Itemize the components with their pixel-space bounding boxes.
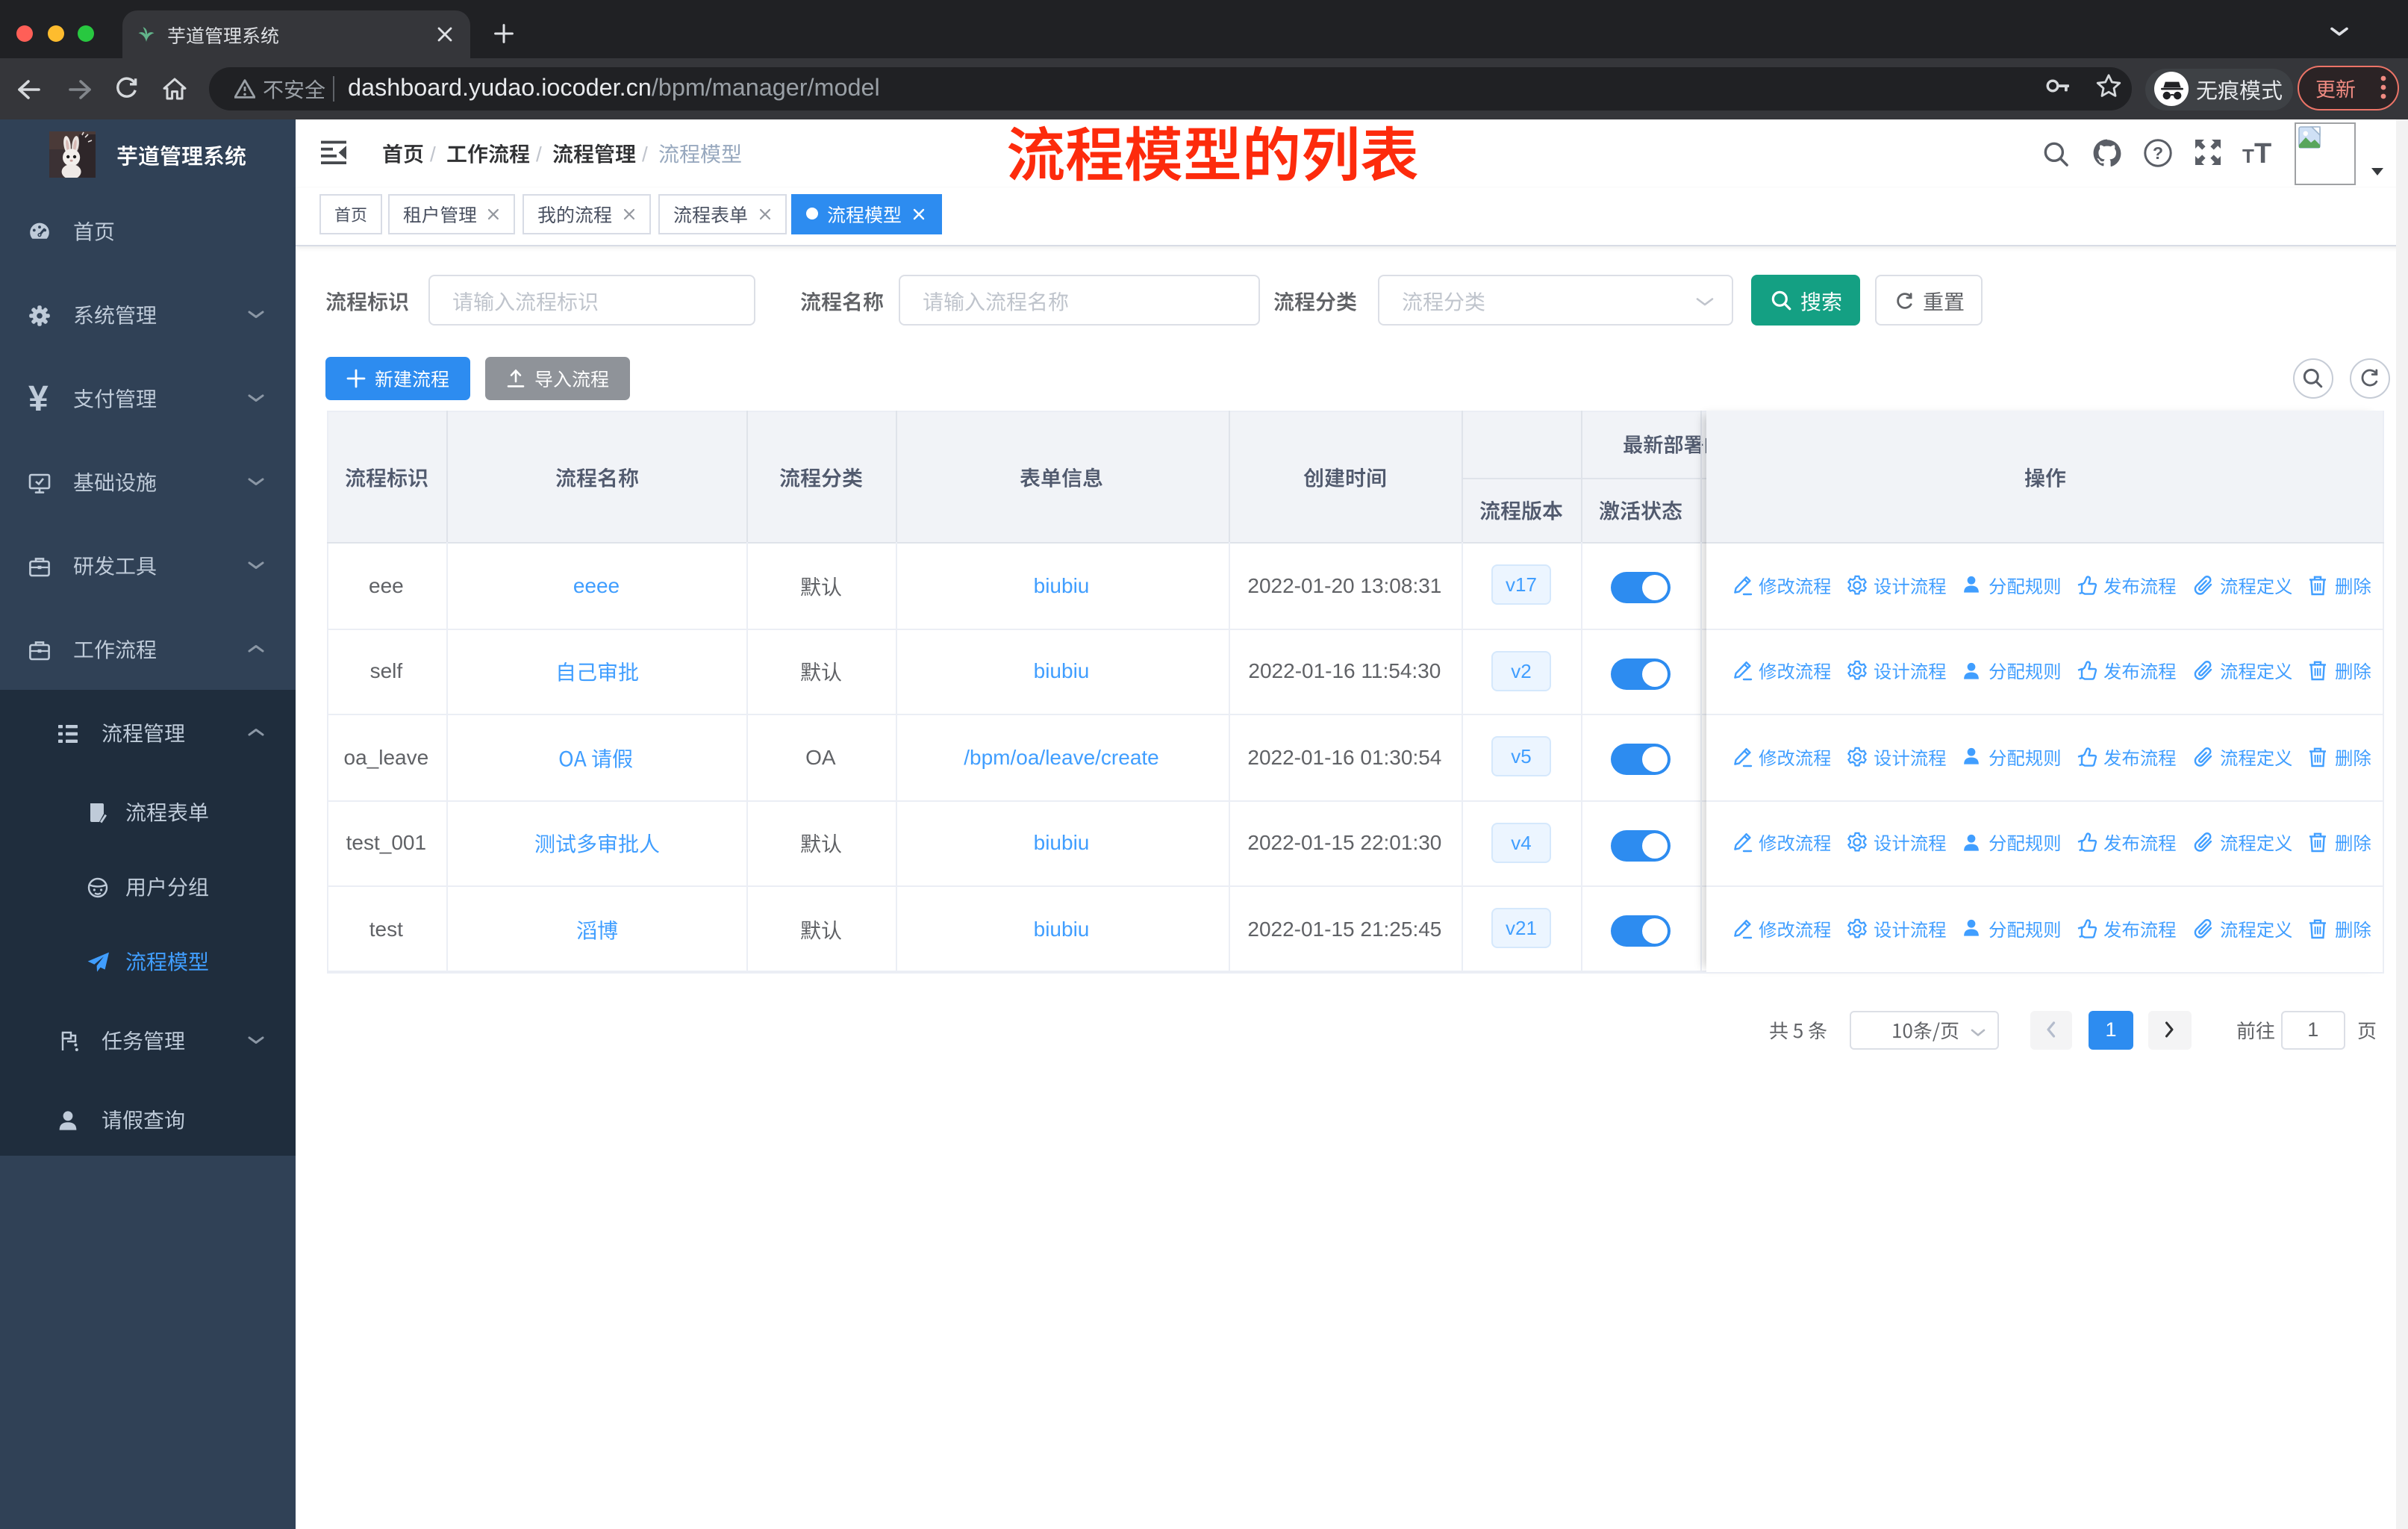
svg-text:T: T — [2254, 138, 2271, 164]
svg-text:?: ? — [2153, 143, 2163, 163]
svg-text:T: T — [2242, 145, 2254, 164]
